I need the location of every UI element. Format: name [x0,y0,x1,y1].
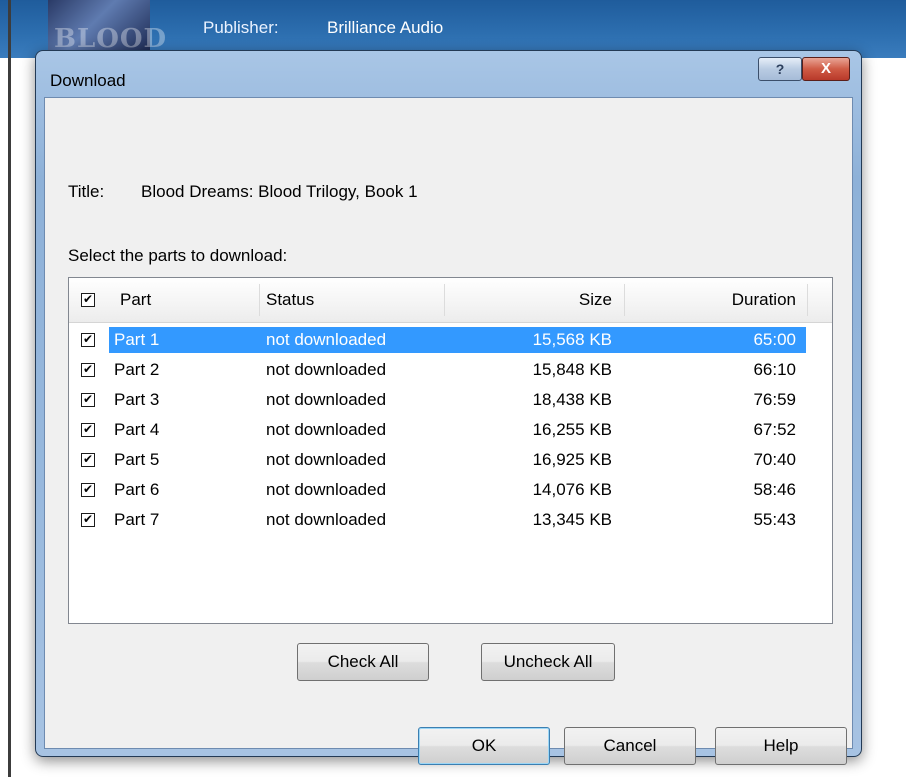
part-checkbox[interactable] [81,423,95,437]
dialog-title: Download [50,71,126,90]
list-item[interactable]: Part 2 not downloaded 15,848 KB 66:10 [69,356,809,384]
titlebar-help-button[interactable]: ? [758,57,802,81]
column-divider[interactable] [624,284,625,316]
part-size: 15,568 KB [532,330,612,349]
cancel-button[interactable]: Cancel [564,727,696,765]
part-duration: 67:52 [753,420,796,439]
part-size: 14,076 KB [532,480,612,499]
titlebar-close-button[interactable]: X [802,57,850,81]
part-status: not downloaded [266,420,387,439]
part-checkbox[interactable] [81,363,95,377]
part-checkbox[interactable] [81,483,95,497]
column-header-part[interactable]: Part [120,278,151,322]
part-status: not downloaded [266,360,387,379]
list-item[interactable]: Part 1 not downloaded 15,568 KB 65:00 [69,326,809,354]
part-status: not downloaded [266,510,387,529]
part-name: Part 2 [114,360,160,379]
part-checkbox[interactable] [81,393,95,407]
part-duration: 55:43 [753,510,796,529]
download-dialog: Download ? X Title: Blood Dreams: Blood … [35,50,862,765]
book-cover-thumbnail: BLOOD [48,0,166,54]
dialog-client-area: Title: Blood Dreams: Blood Trilogy, Book… [44,97,853,765]
part-name: Part 5 [114,450,160,469]
book-title-value: Blood Dreams: Blood Trilogy, Book 1 [141,182,418,201]
part-status: not downloaded [266,450,387,469]
column-divider[interactable] [259,284,260,316]
part-name: Part 4 [114,420,160,439]
list-item[interactable]: Part 5 not downloaded 16,925 KB 70:40 [69,446,809,474]
list-header: Part Status Size Duration [69,278,832,323]
part-duration: 76:59 [753,390,796,409]
part-duration: 65:00 [753,330,796,349]
part-duration: 70:40 [753,450,796,469]
list-item[interactable]: Part 3 not downloaded 18,438 KB 76:59 [69,386,809,414]
part-status: not downloaded [266,480,387,499]
part-status: not downloaded [266,390,387,409]
column-header-size[interactable]: Size [449,278,612,322]
publisher-label: Publisher: [203,18,279,37]
part-duration: 58:46 [753,480,796,499]
part-size: 18,438 KB [532,390,612,409]
part-size: 16,255 KB [532,420,612,439]
column-header-status[interactable]: Status [266,278,314,322]
help-button[interactable]: Help [715,727,847,765]
part-size: 15,848 KB [532,360,612,379]
part-checkbox[interactable] [81,453,95,467]
list-item[interactable]: Part 4 not downloaded 16,255 KB 67:52 [69,416,809,444]
select-parts-prompt: Select the parts to download: [68,246,288,265]
part-name: Part 1 [114,330,160,349]
part-checkbox[interactable] [81,333,95,347]
column-divider[interactable] [807,284,808,316]
column-header-duration[interactable]: Duration [629,278,796,322]
list-item[interactable]: Part 7 not downloaded 13,345 KB 55:43 [69,506,809,534]
part-size: 16,925 KB [532,450,612,469]
uncheck-all-button[interactable]: Uncheck All [481,643,615,681]
book-title-label: Title: [68,182,105,201]
background-window-edge [8,0,11,777]
publisher-value: Brilliance Audio [327,18,444,37]
part-duration: 66:10 [753,360,796,379]
part-name: Part 3 [114,390,160,409]
part-name: Part 6 [114,480,160,499]
part-size: 13,345 KB [532,510,612,529]
part-checkbox[interactable] [81,513,95,527]
column-divider[interactable] [444,284,445,316]
parts-list-view[interactable]: Part Status Size Duration Part 1 not dow… [68,277,833,624]
part-name: Part 7 [114,510,160,529]
select-all-checkbox[interactable] [81,293,95,307]
ok-button[interactable]: OK [418,727,550,765]
check-all-button[interactable]: Check All [297,643,429,681]
list-item[interactable]: Part 6 not downloaded 14,076 KB 58:46 [69,476,809,504]
part-status: not downloaded [266,330,387,349]
